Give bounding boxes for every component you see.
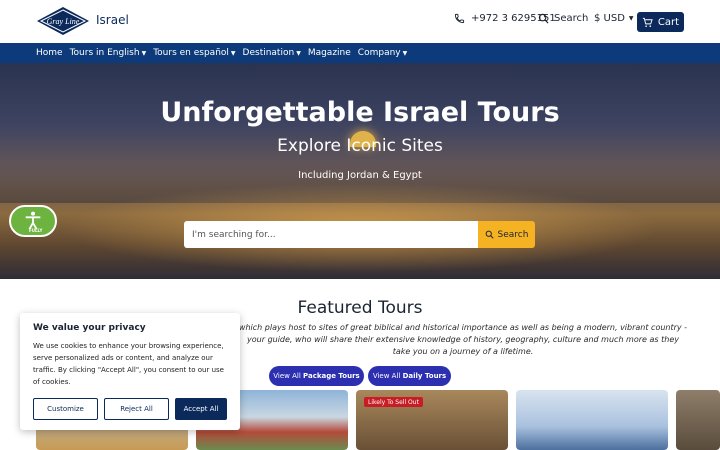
tour-card[interactable] — [676, 390, 720, 450]
logo-text: Gray Line — [47, 17, 80, 26]
cart-button[interactable]: Cart — [637, 12, 684, 32]
hero-search-input[interactable]: I'm searching for... — [184, 221, 478, 248]
accessibility-badge[interactable]: FULLY — [9, 205, 57, 237]
main-navigation: Home Tours in English ▼ Tours en español ▼… — [0, 43, 720, 63]
hero-banner: Unforgettable Israel Tours Explore Iconi… — [0, 63, 720, 279]
cookie-customize-button[interactable]: Customize — [33, 398, 98, 420]
nav-item-tours-espanol[interactable]: Tours en español ▼ — [153, 48, 235, 58]
brand-name: Israel — [96, 13, 129, 27]
header-search-button[interactable]: Search — [538, 13, 588, 24]
cart-icon — [642, 17, 653, 27]
nav-item-home[interactable]: Home — [36, 48, 63, 58]
header-search-label: Search — [554, 13, 589, 24]
cookie-title: We value your privacy — [33, 323, 146, 333]
phone-icon — [454, 13, 465, 24]
currency-label: $ USD — [594, 13, 625, 24]
search-icon — [538, 13, 549, 24]
cookie-reject-button[interactable]: Reject All — [104, 398, 169, 420]
chevron-down-icon: ▼ — [628, 15, 634, 22]
hero-search-button[interactable]: Search — [478, 221, 535, 248]
cookie-accept-button[interactable]: Accept All — [175, 398, 227, 420]
view-all-daily-tours-button[interactable]: View All Daily Tours — [368, 366, 451, 386]
top-header: Gray Line Israel +972 3 6295151 Search $… — [0, 0, 720, 43]
view-all-package-tours-button[interactable]: View All Package Tours — [269, 366, 364, 386]
tour-card[interactable] — [516, 390, 668, 450]
chevron-down-icon: ▼ — [230, 49, 236, 57]
currency-selector[interactable]: $ USD ▼ — [594, 13, 634, 24]
nav-item-destination[interactable]: Destination ▼ — [243, 48, 301, 58]
hero-search-label: Search — [497, 229, 529, 240]
hero-note: Including Jordan & Egypt — [298, 170, 422, 181]
chevron-down-icon: ▼ — [402, 49, 408, 57]
nav-item-magazine[interactable]: Magazine — [308, 48, 351, 58]
hero-title: Unforgettable Israel Tours — [160, 97, 560, 128]
gray-line-logo[interactable]: Gray Line — [36, 6, 90, 36]
cookie-body: We use cookies to enhance your browsing … — [33, 342, 224, 386]
badge-text: FULLY — [29, 228, 43, 233]
cookie-consent-dialog: We value your privacy We use cookies to … — [20, 313, 240, 430]
cart-label: Cart — [657, 16, 680, 28]
nav-item-tours-english[interactable]: Tours in English ▼ — [70, 48, 147, 58]
featured-description: which plays host to sites of great bibli… — [238, 323, 688, 356]
nav-item-company[interactable]: Company ▼ — [358, 48, 407, 58]
search-icon — [485, 230, 494, 239]
chevron-down-icon: ▼ — [141, 49, 147, 57]
sell-out-badge: Likely To Sell Out — [364, 397, 423, 407]
hero-subtitle: Explore Iconic Sites — [277, 136, 443, 156]
chevron-down-icon: ▼ — [296, 49, 301, 57]
